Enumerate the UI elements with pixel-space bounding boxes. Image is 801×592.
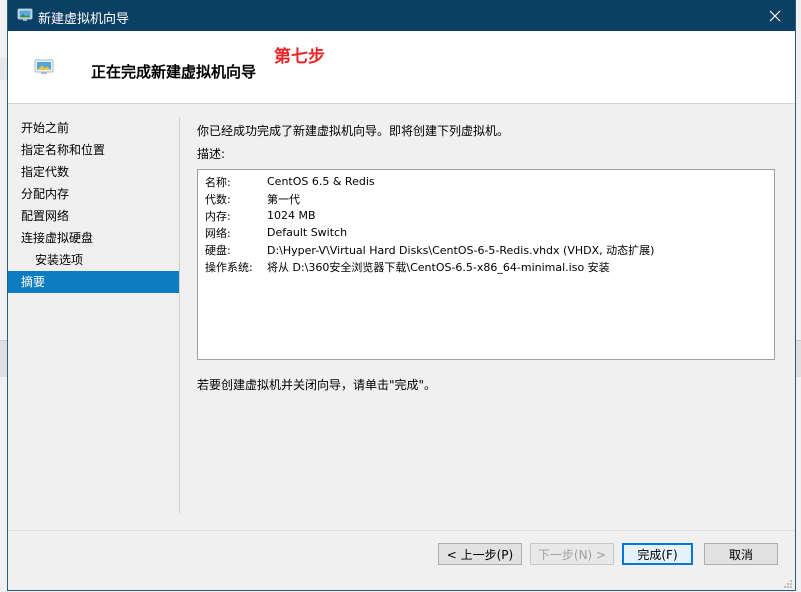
summary-row: 操作系统: 将从 D:\360安全浏览器下载\CentOS-6.5-x86_64-…: [205, 258, 654, 275]
nav-item[interactable]: 开始之前: [8, 117, 180, 139]
nav-item[interactable]: 配置网络: [8, 205, 180, 227]
summary-key: 内存:: [205, 209, 231, 223]
summary-value: 1024 MB: [267, 209, 316, 222]
summary-row: 网络: Default Switch: [205, 224, 654, 241]
step-annotation: 第七步: [274, 47, 325, 67]
summary-row: 硬盘: D:\Hyper-V\Virtual Hard Disks\CentOS-…: [205, 241, 654, 258]
summary-key: 硬盘:: [205, 243, 231, 257]
summary-row: 代数: 第一代: [205, 190, 654, 207]
summary-key: 代数:: [205, 192, 231, 206]
wizard-header: 正在完成新建虚拟机向导 第七步: [8, 31, 795, 104]
summary-key: 操作系统:: [205, 260, 253, 274]
nav-item[interactable]: 摘要: [8, 271, 180, 293]
next-button[interactable]: 下一步(N) >: [530, 543, 614, 565]
summary-row: 名称: CentOS 6.5 & Redis: [205, 173, 654, 190]
summary-value: D:\Hyper-V\Virtual Hard Disks\CentOS-6-5…: [267, 243, 655, 257]
new-vm-wizard-dialog: 新建虚拟机向导 正在完成新建虚拟机向导 第七步 开始之前 指定名称和位置 指定代数分…: [8, 0, 795, 590]
wizard-step-list: 开始之前 指定名称和位置 指定代数 分配内存 配置网络 连接虚拟硬盘 安装选项 摘要: [8, 117, 180, 517]
nav-item[interactable]: 安装选项: [8, 249, 180, 271]
summary-table: 名称: CentOS 6.5 & Redis 代数: 第一代内存: 1024 MB 网络:…: [205, 173, 654, 275]
summary-value: 将从 D:\360安全浏览器下载\CentOS-6.5-x86_64-minim…: [267, 260, 610, 274]
summary-key: 网络:: [205, 226, 231, 240]
hyper-v-app-icon: [17, 7, 33, 23]
summary-value: 第一代: [267, 192, 300, 206]
nav-item[interactable]: 分配内存: [8, 183, 180, 205]
previous-button[interactable]: < 上一步(P): [438, 543, 522, 565]
background-window-strip: [0, 340, 8, 377]
summary-value: Default Switch: [267, 226, 348, 239]
intro-text: 你已经成功完成了新建虚拟机向导。即将创建下列虚拟机。: [197, 124, 510, 138]
virtual-machine-icon: [34, 59, 54, 75]
cancel-button[interactable]: 取消: [704, 543, 778, 565]
summary-row: 内存: 1024 MB: [205, 207, 654, 224]
finish-note: 若要创建虚拟机并关闭向导，请单击"完成"。: [197, 378, 437, 392]
title-bar[interactable]: 新建虚拟机向导: [8, 0, 795, 31]
summary-textbox[interactable]: 名称: CentOS 6.5 & Redis 代数: 第一代内存: 1024 MB 网络:…: [197, 169, 775, 360]
footer-separator: [8, 530, 795, 531]
window-title: 新建虚拟机向导: [38, 12, 130, 27]
background-window-left: [0, 0, 8, 590]
nav-item[interactable]: 指定代数: [8, 161, 180, 183]
close-icon: [769, 10, 781, 21]
description-label: 描述:: [197, 147, 226, 161]
finish-button[interactable]: 完成(F): [622, 543, 693, 565]
background-window-strip: [0, 58, 8, 80]
nav-item[interactable]: 连接虚拟硬盘: [8, 227, 180, 249]
nav-item[interactable]: 指定名称和位置: [8, 139, 180, 161]
background-window-right: [795, 0, 801, 590]
resize-grip-icon[interactable]: [783, 578, 793, 588]
summary-value: CentOS 6.5 & Redis: [267, 175, 375, 188]
page-title: 正在完成新建虚拟机向导: [91, 63, 257, 81]
nav-divider: [179, 117, 180, 513]
close-button[interactable]: [755, 0, 795, 31]
summary-key: 名称:: [205, 175, 231, 189]
background-window-strip: [795, 340, 801, 377]
